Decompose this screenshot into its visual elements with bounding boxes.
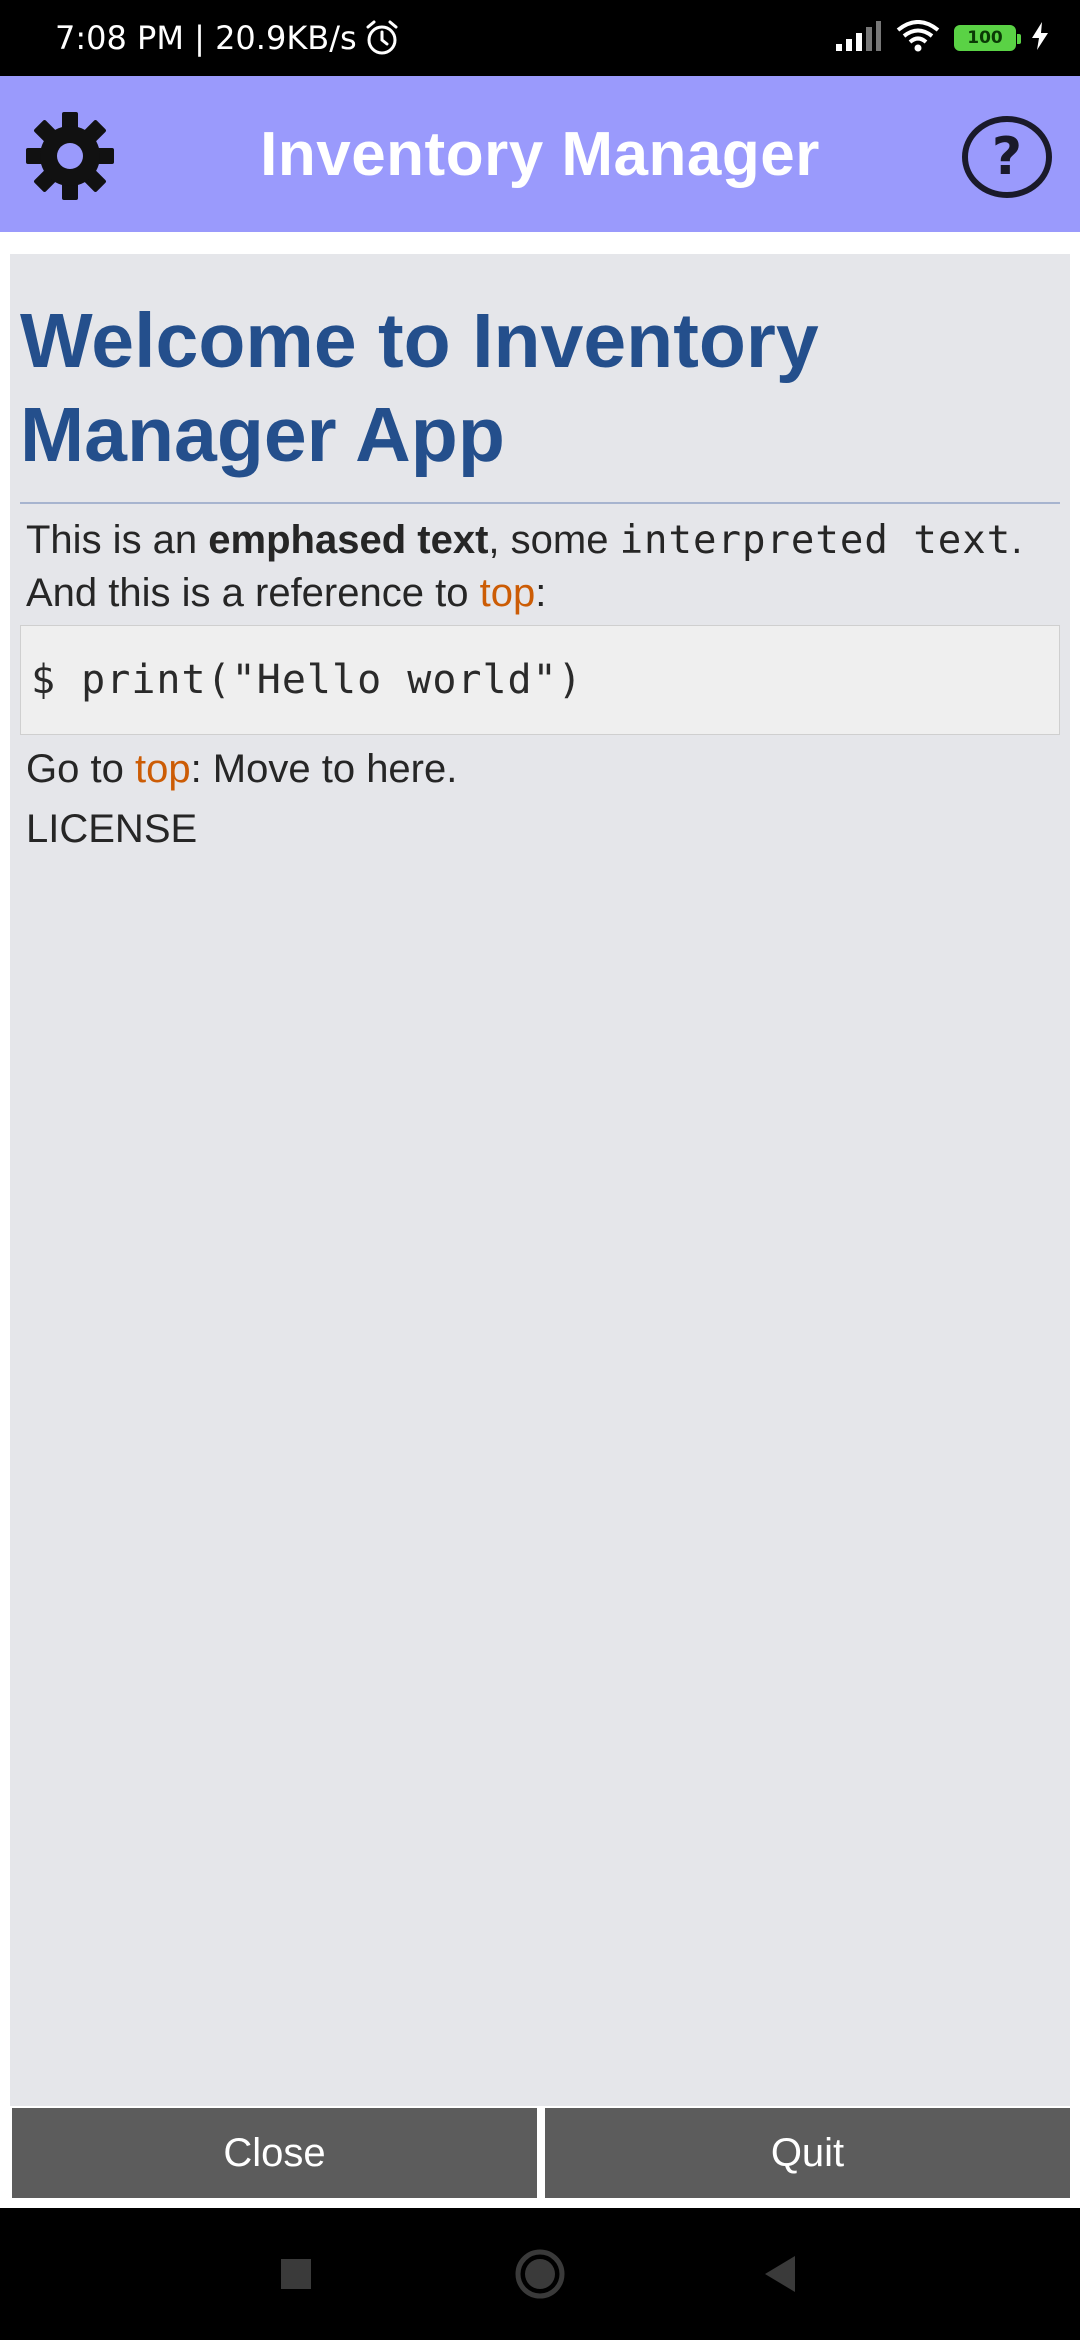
signal-icon (834, 20, 882, 57)
para1-end: . (1011, 518, 1023, 562)
para2-end: : (535, 571, 547, 615)
battery-icon: 100 (954, 25, 1021, 51)
status-left: 7:08 PM | 20.9KB/s (55, 0, 401, 76)
alarm-icon (363, 19, 401, 57)
svg-text:?: ? (992, 127, 1022, 187)
code-block: $ print("Hello world") (20, 625, 1060, 735)
help-icon[interactable]: ? (960, 114, 1054, 200)
para1-prefix: This is an (26, 518, 209, 562)
goto-suffix: : Move to here. (190, 747, 458, 791)
para1-middle: , some (488, 518, 620, 562)
goto-prefix: Go to (26, 747, 135, 791)
content-panel: Welcome to Inventory Manager App This is… (10, 254, 1070, 2106)
divider (20, 502, 1060, 504)
status-bar: 7:08 PM | 20.9KB/s 100 (0, 0, 1080, 76)
quit-button[interactable]: Quit (545, 2108, 1070, 2198)
app-bar: Inventory Manager ? (0, 76, 1080, 232)
status-right: 100 (834, 0, 1050, 76)
navigation-bar (0, 2208, 1080, 2340)
charging-icon (1030, 21, 1050, 56)
battery-level: 100 (967, 28, 1003, 48)
page-title: Welcome to Inventory Manager App (20, 298, 819, 478)
paragraph-2: And this is a reference to top: (26, 567, 1060, 619)
license-text: LICENSE (26, 807, 198, 851)
paragraph-1: This is an emphased text, some interpret… (26, 514, 1060, 567)
goto-top-link[interactable]: top (135, 747, 191, 791)
close-button[interactable]: Close (12, 2108, 537, 2198)
wifi-icon (896, 19, 940, 57)
goto-line: Go to top: Move to here. (26, 743, 1060, 795)
home-icon[interactable] (480, 2208, 600, 2340)
top-link[interactable]: top (480, 571, 536, 615)
para2-prefix: And this is a reference to (26, 571, 480, 615)
button-row: Close Quit (12, 2108, 1070, 2198)
emphased-text: emphased text (208, 518, 489, 562)
recents-icon[interactable] (236, 2208, 356, 2340)
status-time-speed: 7:08 PM | 20.9KB/s (55, 19, 357, 57)
back-icon[interactable] (720, 2208, 840, 2340)
interpreted-text: interpreted text (619, 518, 1012, 563)
app-title: Inventory Manager (260, 119, 820, 189)
